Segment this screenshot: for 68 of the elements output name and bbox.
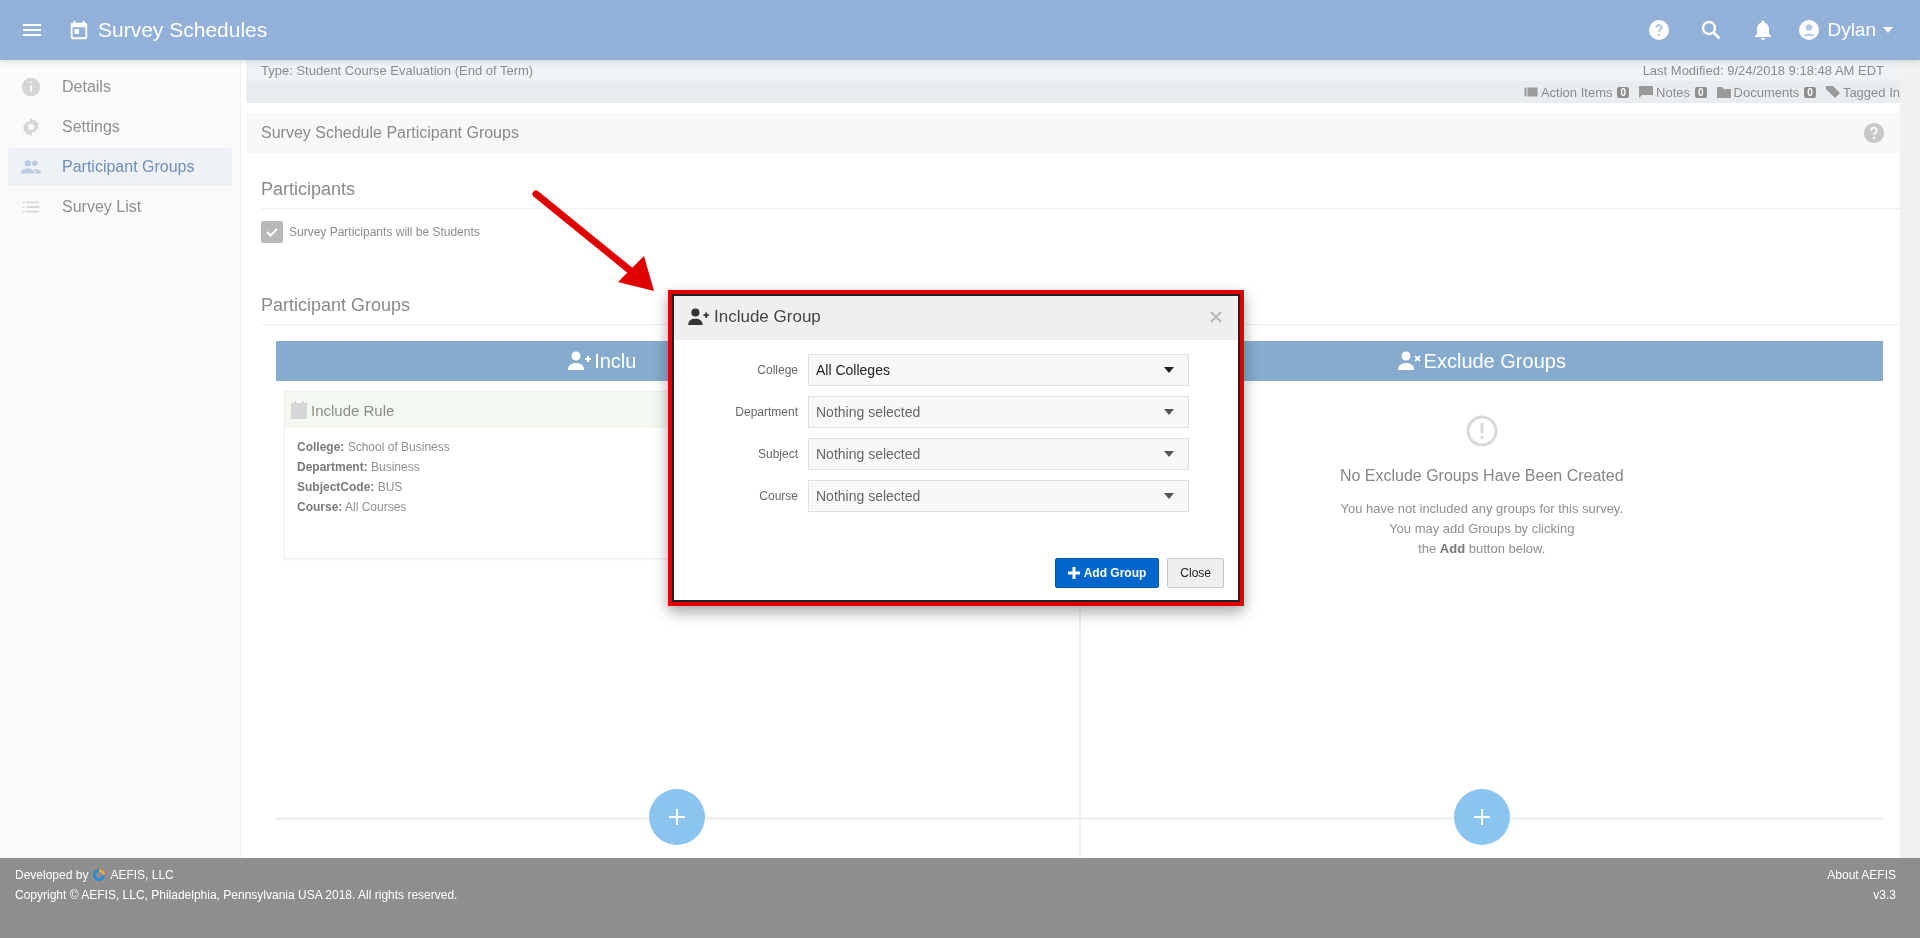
caret-icon (1164, 367, 1174, 373)
field-label: College (756, 363, 798, 377)
caret-icon (1882, 26, 1894, 34)
rule-field: SubjectCode: BUS (297, 477, 403, 497)
app-title: Survey Schedules (98, 18, 268, 42)
counter-link[interactable]: Action Items 0 (1523, 84, 1630, 100)
caret-icon (1164, 409, 1174, 415)
section-heading: Participants (261, 179, 1900, 209)
rule-title: Include Rule (311, 401, 395, 419)
info-icon (20, 76, 42, 98)
folder-icon (1716, 86, 1731, 98)
rule-field: Course: All Courses (297, 497, 407, 517)
field-label: Department (734, 405, 798, 419)
caret-icon (1164, 493, 1174, 499)
add-group-button[interactable]: Add Group (1054, 558, 1160, 588)
remove-user-icon (1397, 351, 1422, 371)
survey-type: Type: Student Course Evaluation (End of Term) (261, 63, 534, 78)
select-field[interactable]: All Colleges (808, 354, 1189, 386)
note-icon (1639, 86, 1654, 98)
help-icon[interactable] (1863, 122, 1885, 144)
calendar-icon (291, 401, 307, 419)
sidebar-item[interactable]: Details (8, 68, 232, 106)
sidebar-item[interactable]: Survey List (8, 188, 232, 226)
caret-icon (1164, 451, 1174, 457)
copyright: Copyright © AEFIS, LLC, Philadelphia, Pennsylvania USA 2018. All rights reserved. (15, 888, 458, 902)
company-link[interactable]: AEFIS, LLC (110, 868, 174, 882)
empty-title: No Exclude Groups Have Been Created (1339, 467, 1624, 485)
tag-icon (1825, 86, 1840, 98)
field-label: Course (758, 489, 798, 503)
field-label: Subject (756, 447, 798, 461)
last-modified: Last Modified: 9/24/2018 9:18:48 AM EDT (1642, 63, 1884, 78)
sidebar-item[interactable]: Participant Groups (8, 148, 232, 186)
sidebar-item[interactable]: Settings (8, 108, 232, 146)
select-field[interactable]: Nothing selected (808, 438, 1189, 470)
checkbox[interactable] (261, 221, 283, 243)
dialog-title: Include Group (714, 307, 821, 327)
counter-link[interactable]: Notes 0 (1639, 84, 1707, 100)
column-title: Inclu (594, 349, 637, 373)
close-button[interactable]: Close (1167, 558, 1224, 588)
gear-icon (20, 116, 42, 138)
add-user-icon (568, 351, 593, 371)
plus-icon (1472, 808, 1491, 826)
select-field[interactable]: Nothing selected (808, 396, 1189, 428)
developed-by: Developed by (15, 868, 89, 882)
rule-field: College: School of Business (297, 437, 450, 457)
column-title: Exclude Groups (1423, 349, 1566, 373)
close-icon[interactable] (1210, 311, 1222, 323)
rule-field: Department: Business (297, 457, 420, 477)
alert-icon (1465, 415, 1498, 447)
help-icon[interactable] (1647, 18, 1672, 42)
add-user-icon (688, 308, 710, 326)
version: v3.3 (1873, 888, 1896, 902)
plus-icon (668, 808, 687, 826)
logo-icon (92, 868, 107, 882)
user-avatar-icon (1797, 18, 1822, 42)
user-menu[interactable]: Dylan (1797, 18, 1894, 42)
calendar-icon (68, 19, 90, 41)
counter-link[interactable]: Documents 0 (1716, 84, 1816, 100)
counter-link[interactable]: Tagged In (1825, 84, 1900, 100)
select-field[interactable]: Nothing selected (808, 480, 1189, 512)
about-link[interactable]: About AEFIS (1827, 868, 1896, 882)
plus-icon (1067, 567, 1080, 579)
section-title: Survey Schedule Participant Groups (261, 124, 519, 142)
checkbox-label: Survey Participants will be Students (289, 225, 480, 239)
scrollbar[interactable] (1900, 60, 1920, 858)
empty-message: You have not included any groups for this survey. You may add Groups by clicking the Add button below. (1340, 500, 1624, 558)
check-icon (265, 225, 279, 239)
list-icon (1523, 86, 1538, 98)
